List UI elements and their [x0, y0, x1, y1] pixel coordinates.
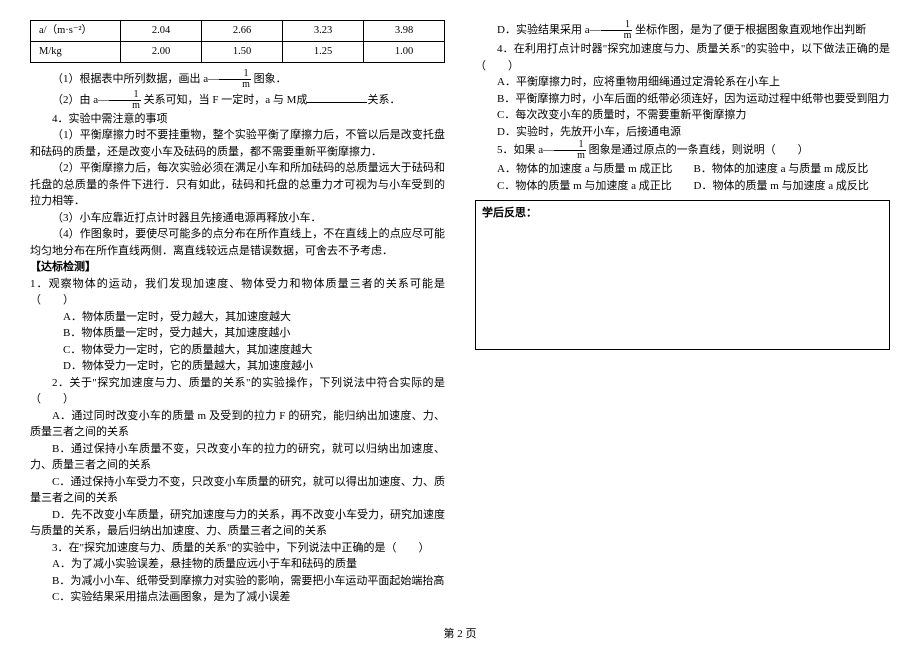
cell: 3.98: [364, 21, 445, 42]
text: 关系可知，当 F 一定时，a 与 M成: [141, 94, 308, 106]
fraction: 1m: [109, 90, 141, 111]
reflection-box[interactable]: 学后反思：: [475, 200, 890, 350]
cell: 1.50: [202, 41, 283, 62]
cell: 1.00: [364, 41, 445, 62]
text: D．实验结果采用 a—: [497, 24, 601, 36]
text: 图象是通过原点的一条直线，则说明（ ）: [586, 144, 809, 156]
data-table: a/（m·s⁻²） 2.04 2.66 3.23 3.98 M/kg 2.00 …: [30, 20, 445, 63]
right-column: D．实验结果采用 a—1m 坐标作图，是为了便于根据图象直观地作出判断 4．在利…: [475, 20, 890, 606]
cell: 2.04: [121, 21, 202, 42]
table-row: a/（m·s⁻²） 2.04 2.66 3.23 3.98: [31, 21, 445, 42]
option: B．为减小小车、纸带受到摩擦力对实验的影响，需要把小车运动平面起始端抬高: [30, 573, 445, 590]
paragraph: （4）作图象时，要使尽可能多的点分布在所作直线上，不在直线上的点应尽可能均匀地分…: [30, 226, 445, 259]
fraction: 1m: [554, 140, 586, 161]
option: C．实验结果采用描点法画图象，是为了减小误差: [30, 589, 445, 606]
section-heading: 【达标检测】: [30, 259, 445, 276]
option: B．平衡摩擦力时，小车后面的纸带必须连好，因为运动过程中纸带也要受到阻力: [475, 91, 890, 108]
table-row: M/kg 2.00 1.50 1.25 1.00: [31, 41, 445, 62]
blank-field[interactable]: [307, 91, 367, 103]
option: A．为了减小实验误差，悬挂物的质量应远小于车和砝码的质量: [30, 556, 445, 573]
question: 5．如果 a—1m 图象是通过原点的一条直线，则说明（ ）: [475, 140, 890, 161]
paragraph: （3）小车应靠近打点计时器且先接通电源再释放小车．: [30, 210, 445, 227]
text: 坐标作图，是为了便于根据图象直观地作出判断: [632, 24, 866, 36]
fraction: 1m: [601, 20, 633, 41]
box-title: 学后反思：: [482, 207, 537, 219]
text: 5．如果 a—: [497, 144, 554, 156]
cell: 2.66: [202, 21, 283, 42]
text: 图象．: [251, 73, 287, 85]
option: D．实验结果采用 a—1m 坐标作图，是为了便于根据图象直观地作出判断: [475, 20, 890, 41]
page-columns: a/（m·s⁻²） 2.04 2.66 3.23 3.98 M/kg 2.00 …: [30, 20, 890, 606]
question: 2．关于"探究加速度与力、质量的关系"的实验操作，下列说法中符合实际的是（ ）: [30, 375, 445, 408]
left-column: a/（m·s⁻²） 2.04 2.66 3.23 3.98 M/kg 2.00 …: [30, 20, 445, 606]
paragraph: （1）根据表中所列数据，画出 a—1m 图象．: [30, 69, 445, 90]
option-row: A．物体的加速度 a 与质量 m 成正比 B．物体的加速度 a 与质量 m 成反…: [475, 161, 890, 178]
paragraph: 4．实验中需注意的事项: [30, 111, 445, 128]
paragraph: （1）平衡摩擦力时不要挂重物，整个实验平衡了摩擦力后，不管以后是改变托盘和砝码的…: [30, 127, 445, 160]
cell: 3.23: [283, 21, 364, 42]
cell: 2.00: [121, 41, 202, 62]
question: 4．在利用打点计时器"探究加速度与力、质量关系"的实验中，以下做法正确的是（ ）: [475, 41, 890, 74]
paragraph: （2）由 a—1m 关系可知，当 F 一定时，a 与 M成 关系．: [30, 90, 445, 111]
page-footer: 第 2 页: [0, 626, 920, 643]
option: B．通过保持小车质量不变，只改变小车的拉力的研究，就可以归纳出加速度、力、质量三…: [30, 441, 445, 474]
option: D．实验时，先放开小车，后接通电源: [475, 124, 890, 141]
option: C．通过保持小车受力不变，只改变小车质量的研究，就可以得出加速度、力、质量三者之…: [30, 474, 445, 507]
option: D．先不改变小车质量，研究加速度与力的关系，再不改变小车受力，研究加速度与质量的…: [30, 507, 445, 540]
row-header: M/kg: [31, 41, 121, 62]
option: D．物体的质量 m 与加速度 a 成反比: [694, 178, 891, 195]
option: A．通过同时改变小车的质量 m 及受到的拉力 F 的研究，能归纳出加速度、力、质…: [30, 408, 445, 441]
option: A．物体的加速度 a 与质量 m 成正比: [475, 161, 694, 178]
option: C．物体受力一定时，它的质量越大，其加速度越大: [30, 342, 445, 359]
paragraph: （2）平衡摩擦力后，每次实验必须在满足小车和所加砝码的总质量远大于砝码和托盘的总…: [30, 160, 445, 210]
option: B．物体的加速度 a 与质量 m 成反比: [694, 161, 891, 178]
option: A．平衡摩擦力时，应将重物用细绳通过定滑轮系在小车上: [475, 74, 890, 91]
cell: 1.25: [283, 41, 364, 62]
row-header: a/（m·s⁻²）: [31, 21, 121, 42]
question: 3．在"探究加速度与力、质量的关系"的实验中，下列说法中正确的是（ ）: [30, 540, 445, 557]
text: 关系．: [367, 94, 400, 106]
option: C．每次改变小车的质量时，不需要重新平衡摩擦力: [475, 107, 890, 124]
option: D．物体受力一定时，它的质量越大，其加速度越小: [30, 358, 445, 375]
text: （2）由 a—: [52, 94, 109, 106]
option: C．物体的质量 m 与加速度 a 成正比: [475, 178, 694, 195]
question: 1．观察物体的运动，我们发现加速度、物体受力和物体质量三者的关系可能是（ ）: [30, 276, 445, 309]
option: B．物体质量一定时，受力越大，其加速度越小: [30, 325, 445, 342]
fraction: 1m: [219, 69, 251, 90]
text: （1）根据表中所列数据，画出 a—: [52, 73, 219, 85]
option-row: C．物体的质量 m 与加速度 a 成正比 D．物体的质量 m 与加速度 a 成反…: [475, 178, 890, 195]
option: A．物体质量一定时，受力越大，其加速度越大: [30, 309, 445, 326]
